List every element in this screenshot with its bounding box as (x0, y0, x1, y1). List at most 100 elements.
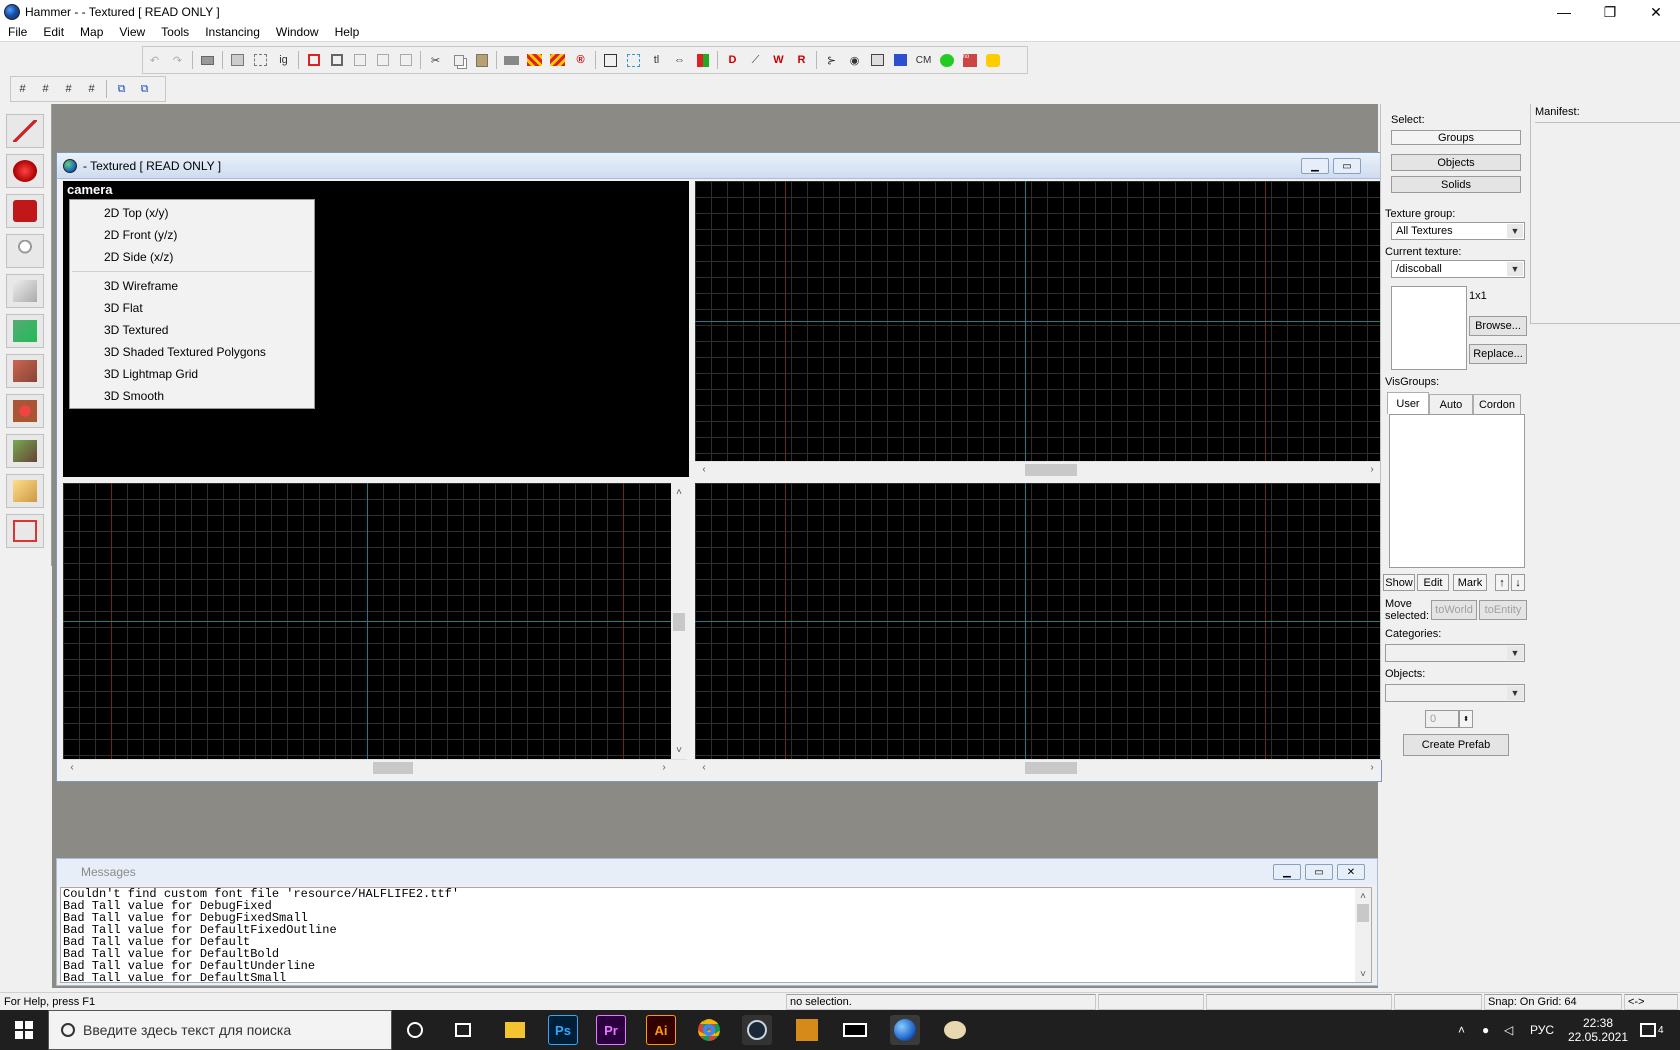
redo-icon[interactable]: ↷ (168, 50, 188, 70)
scroll-left-icon[interactable]: ‹ (697, 760, 711, 774)
map-properties-icon[interactable] (868, 50, 888, 70)
browse-button[interactable]: Browse... (1469, 316, 1527, 336)
categories-dropdown[interactable]: ▼ (1385, 644, 1525, 662)
texture-align-icon[interactable] (548, 50, 568, 70)
grid-3d-icon[interactable]: # (36, 79, 56, 99)
tab-user[interactable]: User (1387, 392, 1429, 414)
visgroup-edit-button[interactable]: Edit (1417, 574, 1449, 591)
minimize-button[interactable]: — (1541, 0, 1587, 24)
hide-unselected-icon[interactable] (327, 50, 347, 70)
scroll-thumb[interactable] (673, 613, 685, 631)
file-explorer-icon[interactable] (500, 1015, 530, 1045)
scroll-thumb[interactable] (1025, 464, 1077, 476)
close-button[interactable]: ✕ (1633, 0, 1679, 24)
illustrator-icon[interactable]: Ai (646, 1015, 676, 1045)
entity-report-icon[interactable]: ⊱ (822, 50, 842, 70)
messages-minimize-button[interactable]: ▁ (1273, 864, 1301, 880)
task-view-icon[interactable] (448, 1015, 478, 1045)
hide-selected-icon[interactable] (304, 50, 324, 70)
tab-auto[interactable]: Auto (1429, 394, 1473, 414)
doc-minimize-button[interactable]: ▁ (1301, 158, 1329, 174)
scroll-up-icon[interactable]: ˄ (1356, 889, 1370, 903)
restore-button[interactable]: ❐ (1587, 0, 1633, 24)
scroll-thumb[interactable] (1357, 904, 1369, 922)
decal-tool[interactable] (6, 394, 44, 428)
box-select-icon[interactable] (601, 50, 621, 70)
scroll-right-icon[interactable]: › (1365, 760, 1379, 774)
bottom-right-hscrollbar[interactable]: ‹ › (695, 759, 1381, 775)
flip-vertical-icon[interactable] (693, 50, 713, 70)
carve-icon[interactable] (198, 50, 218, 70)
vertex-tool-icon[interactable]: W (769, 50, 789, 70)
paint-icon[interactable] (940, 1015, 970, 1045)
align-left-icon[interactable]: ⧉ (112, 79, 132, 99)
replace-button[interactable]: Replace... (1469, 344, 1527, 364)
menu-tools[interactable]: Tools (153, 22, 197, 42)
photoshop-icon[interactable]: Ps (548, 1015, 578, 1045)
bottom-right-2d-viewport[interactable] (695, 483, 1381, 759)
selection-tool[interactable] (6, 114, 44, 148)
lock-icon[interactable] (983, 50, 1003, 70)
menu-edit[interactable]: Edit (35, 22, 72, 42)
scroll-thumb[interactable] (1025, 762, 1077, 774)
magnify-tool[interactable] (6, 154, 44, 188)
select-solids-button[interactable]: Solids (1391, 176, 1521, 193)
objects-dropdown[interactable]: ▼ (1385, 684, 1525, 702)
show-all-icon[interactable] (350, 50, 370, 70)
messages-log[interactable]: Couldn't find custom font file 'resource… (60, 887, 1372, 983)
move-down-icon[interactable]: ↓ (1511, 574, 1525, 591)
texture-lock-icon[interactable] (502, 50, 522, 70)
quick-show-icon[interactable] (396, 50, 416, 70)
menu-view[interactable]: View (111, 22, 153, 42)
notifications-icon[interactable]: 4 (1640, 1010, 1664, 1050)
menu-map[interactable]: Map (72, 22, 111, 42)
premiere-icon[interactable]: Pr (596, 1015, 626, 1045)
clipping-tool-icon[interactable]: ⟋ (746, 50, 766, 70)
menu-item-3d-textured[interactable]: 3D Textured (104, 323, 168, 337)
scroll-up-icon[interactable]: ˄ (672, 485, 686, 499)
texture-scale-lock-icon[interactable] (525, 50, 545, 70)
flip-horizontal-icon[interactable]: ⇔ (670, 50, 690, 70)
bottom-left-2d-viewport[interactable] (63, 483, 671, 759)
check-problems-icon[interactable]: ◉ (845, 50, 865, 70)
scroll-right-icon[interactable]: › (1365, 462, 1379, 476)
doc-restore-button[interactable]: ▭ (1333, 158, 1361, 174)
steam-icon[interactable] (742, 1015, 772, 1045)
tray-chevron-icon[interactable]: ˄ (1458, 1010, 1465, 1050)
texture-application-tool[interactable] (6, 314, 44, 348)
cortana-icon[interactable] (400, 1015, 430, 1045)
scroll-left-icon[interactable]: ‹ (697, 462, 711, 476)
menu-item-3d-wireframe[interactable]: 3D Wireframe (104, 279, 178, 293)
counter-strike-icon[interactable] (792, 1015, 822, 1045)
overlay-tool[interactable] (6, 434, 44, 468)
grid-smaller-icon[interactable]: # (59, 79, 79, 99)
manifest-list[interactable] (1535, 122, 1680, 322)
tab-cordon[interactable]: Cordon (1473, 394, 1521, 414)
menu-file[interactable]: File (0, 22, 35, 42)
messages-restore-button[interactable]: ▭ (1305, 864, 1333, 880)
clock[interactable]: 22:38 22.05.2021 (1566, 1010, 1630, 1050)
menu-window[interactable]: Window (268, 22, 327, 42)
scroll-left-icon[interactable]: ‹ (65, 760, 79, 774)
run-map-icon[interactable]: R (792, 50, 812, 70)
microphone-icon[interactable]: ● (1482, 1010, 1489, 1050)
texture-tool-icon[interactable]: tl (647, 50, 667, 70)
scroll-down-icon[interactable]: ˅ (672, 743, 686, 757)
menu-item-3d-lightmap-grid[interactable]: 3D Lightmap Grid (104, 367, 198, 381)
move-up-icon[interactable]: ↑ (1495, 574, 1509, 591)
copy-icon[interactable] (449, 50, 469, 70)
menu-instancing[interactable]: Instancing (197, 22, 268, 42)
current-texture-dropdown[interactable]: /discoball ▼ (1391, 260, 1525, 278)
paste-icon[interactable] (472, 50, 492, 70)
scroll-right-icon[interactable]: › (657, 760, 671, 774)
hammer-taskbar-icon[interactable] (890, 1015, 920, 1045)
apply-current-texture-tool[interactable] (6, 354, 44, 388)
menu-help[interactable]: Help (327, 22, 368, 42)
visgroup-mark-button[interactable]: Mark (1453, 574, 1487, 591)
visgroup-list[interactable] (1389, 414, 1525, 568)
bottom-left-hscrollbar[interactable]: ‹ › (63, 759, 687, 775)
top-right-hscrollbar[interactable]: ‹ › (695, 461, 1381, 477)
select-groups-button[interactable]: Groups (1391, 130, 1521, 145)
to-world-button[interactable]: toWorld (1431, 600, 1477, 620)
language-indicator[interactable]: РУС (1530, 1010, 1554, 1050)
